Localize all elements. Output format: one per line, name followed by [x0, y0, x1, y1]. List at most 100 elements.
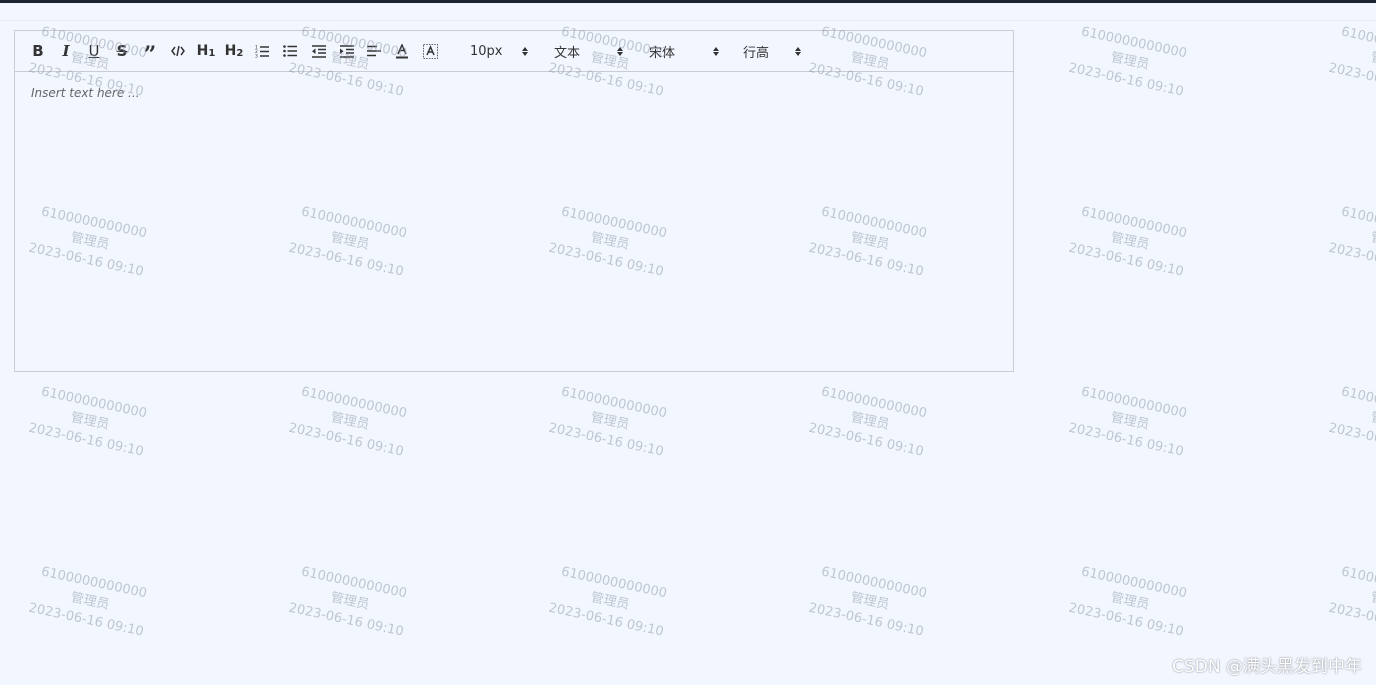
watermark-line3: 2023-06-16 09:10	[1327, 240, 1376, 280]
background-color-button[interactable]	[416, 37, 444, 65]
indent-button[interactable]	[332, 37, 360, 65]
blockquote-icon: ”	[143, 42, 157, 68]
watermark-line3: 2023-06-16 09:10	[27, 600, 145, 640]
watermark-line2: 管理员	[849, 410, 891, 433]
watermark-line1: 6100000000000	[559, 384, 669, 422]
watermark-line2: 管理员	[589, 410, 631, 433]
watermark-tile: 6100000000000管理员2023-06-16 09:10	[1056, 19, 1205, 104]
watermark-line2: 管理员	[849, 590, 891, 613]
csdn-credit: CSDN @满头黑发到中年	[1172, 657, 1362, 677]
watermark-tile: 6100000000000管理员2023-06-16 09:10	[1316, 199, 1376, 284]
watermark-line1: 6100000000000	[1079, 384, 1189, 422]
line-height-select[interactable]: 行高	[743, 37, 801, 65]
font-color-button[interactable]	[388, 37, 416, 65]
watermark-tile: 6100000000000管理员2023-06-16 09:10	[536, 559, 685, 644]
watermark-tile: 6100000000000管理员2023-06-16 09:10	[536, 379, 685, 464]
editor-content-area[interactable]: Insert text here ...	[15, 72, 1013, 371]
watermark-line1: 6100000000000	[39, 384, 149, 422]
ordered-list-button[interactable]: 1 2 3	[248, 37, 276, 65]
watermark-line1: 6100000000000	[1339, 564, 1376, 602]
font-size-select[interactable]: 10px	[470, 37, 528, 65]
watermark-line1: 6100000000000	[1079, 204, 1189, 242]
font-family-value: 宋体	[649, 45, 676, 61]
watermark-line2: 管理员	[1109, 410, 1151, 433]
line-height-value: 行高	[743, 45, 770, 61]
align-button[interactable]	[360, 37, 388, 65]
font-family-select[interactable]: 宋体	[649, 37, 719, 65]
rich-text-editor: B I U S ” H1 H2 1 2 3 10px 文本 宋体 行高 Inse…	[14, 30, 1014, 372]
outdent-button[interactable]	[304, 37, 332, 65]
watermark-line2: 管理员	[589, 590, 631, 613]
watermark-line3: 2023-06-16 09:10	[807, 600, 925, 640]
font-size-value: 10px	[470, 43, 503, 59]
heading-1-icon: H1	[196, 43, 216, 59]
watermark-line3: 2023-06-16 09:10	[287, 600, 405, 640]
watermark-line3: 2023-06-16 09:10	[1067, 600, 1185, 640]
text-type-select[interactable]: 文本	[554, 37, 623, 65]
background-color-icon	[422, 43, 438, 59]
line-height-select-arrows-icon	[795, 46, 801, 56]
watermark-line3: 2023-06-16 09:10	[807, 420, 925, 460]
font-color-icon	[396, 43, 408, 58]
watermark-line2: 管理员	[1369, 410, 1376, 433]
blockquote-button[interactable]: ”	[136, 37, 164, 68]
text-type-select-arrows-icon	[617, 46, 623, 56]
watermark-tile: 6100000000000管理员2023-06-16 09:10	[1056, 199, 1205, 284]
watermark-tile: 6100000000000管理员2023-06-16 09:10	[1056, 559, 1205, 644]
watermark-line2: 管理员	[69, 410, 111, 433]
italic-icon: I	[62, 42, 70, 60]
top-bar	[0, 0, 1376, 3]
watermark-line1: 6100000000000	[819, 564, 929, 602]
watermark-tile: 6100000000000管理员2023-06-16 09:10	[276, 379, 425, 464]
heading-1-button[interactable]: H1	[192, 37, 220, 65]
watermark-line1: 6100000000000	[299, 384, 409, 422]
watermark-line2: 管理员	[329, 410, 371, 433]
watermark-line2: 管理员	[1109, 50, 1151, 73]
bullet-list-button[interactable]	[276, 37, 304, 65]
watermark-line3: 2023-06-16 09:10	[1327, 60, 1376, 100]
watermark-line1: 6100000000000	[1339, 204, 1376, 242]
italic-button[interactable]: I	[52, 37, 80, 65]
editor-placeholder: Insert text here ...	[31, 86, 140, 100]
watermark-line3: 2023-06-16 09:10	[287, 420, 405, 460]
watermark-line2: 管理员	[69, 590, 111, 613]
watermark-tile: 6100000000000管理员2023-06-16 09:10	[1316, 19, 1376, 104]
code-button[interactable]	[164, 37, 192, 65]
watermark-tile: 6100000000000管理员2023-06-16 09:10	[276, 559, 425, 644]
watermark-tile: 6100000000000管理员2023-06-16 09:10	[16, 559, 165, 644]
heading-2-icon: H2	[224, 43, 244, 59]
watermark-line2: 管理员	[1369, 590, 1376, 613]
watermark-line3: 2023-06-16 09:10	[1067, 240, 1185, 280]
ordered-list-icon: 1 2 3	[255, 45, 269, 59]
watermark-tile: 6100000000000管理员2023-06-16 09:10	[1056, 379, 1205, 464]
watermark-line1: 6100000000000	[299, 564, 409, 602]
watermark-line1: 6100000000000	[1339, 384, 1376, 422]
watermark-line3: 2023-06-16 09:10	[547, 600, 665, 640]
watermark-line3: 2023-06-16 09:10	[1327, 420, 1376, 460]
heading-2-button[interactable]: H2	[220, 37, 248, 65]
watermark-tile: 6100000000000管理员2023-06-16 09:10	[796, 379, 945, 464]
strikethrough-button[interactable]: S	[108, 37, 136, 65]
underline-button[interactable]: U	[80, 37, 108, 65]
watermark-tile: 6100000000000管理员2023-06-16 09:10	[16, 379, 165, 464]
indent-icon	[339, 44, 354, 58]
strikethrough-icon: S	[116, 42, 128, 60]
watermark-line2: 管理员	[1369, 50, 1376, 73]
bold-button[interactable]: B	[24, 37, 52, 65]
bold-icon: B	[32, 42, 44, 60]
watermark-line1: 6100000000000	[1079, 564, 1189, 602]
watermark-line3: 2023-06-16 09:10	[27, 420, 145, 460]
watermark-line1: 6100000000000	[819, 384, 929, 422]
watermark-line3: 2023-06-16 09:10	[547, 420, 665, 460]
svg-text:3: 3	[255, 54, 258, 59]
watermark-tile: 6100000000000管理员2023-06-16 09:10	[796, 559, 945, 644]
watermark-line2: 管理员	[1109, 590, 1151, 613]
editor-toolbar: B I U S ” H1 H2 1 2 3 10px 文本 宋体 行高	[15, 31, 1013, 72]
bullet-list-icon	[283, 45, 297, 57]
watermark-line2: 管理员	[329, 590, 371, 613]
watermark-line1: 6100000000000	[1079, 24, 1189, 62]
underline-icon: U	[88, 42, 100, 60]
watermark-line2: 管理员	[1369, 230, 1376, 253]
outdent-icon	[311, 44, 326, 58]
font-family-select-arrows-icon	[713, 46, 719, 56]
